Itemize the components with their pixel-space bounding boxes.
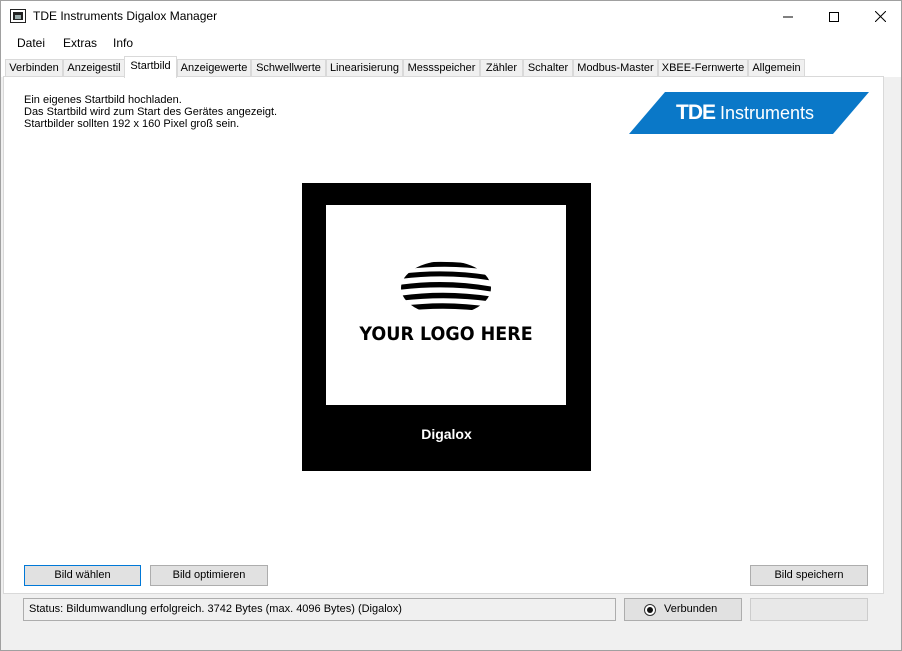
window-title: TDE Instruments Digalox Manager [33,9,218,23]
tab-schalter[interactable]: Schalter [523,59,573,77]
tde-logo-text: TDE Instruments [676,101,814,125]
menu-info[interactable]: Info [113,36,133,50]
description-line: Das Startbild wird zum Start des Gerätes… [24,106,278,118]
app-window: TDE Instruments Digalox Manager Datei Ex… [0,0,902,651]
menu-bar: Datei Extras Info [1,32,901,55]
close-button[interactable] [857,1,902,32]
tde-logo-rest: Instruments [715,103,815,123]
status-field: Status: Bildumwandlung erfolgreich. 3742… [23,598,616,621]
tab-modbus-master[interactable]: Modbus-Master [573,59,658,77]
globe-logo-icon [401,261,491,312]
tab-xbee-fernwerte[interactable]: XBEE-Fernwerte [658,59,748,77]
maximize-button[interactable] [811,1,857,32]
disabled-button[interactable] [750,598,868,621]
tab-anzeigestil[interactable]: Anzeigestil [63,59,125,77]
tab-zaehler[interactable]: Zähler [480,59,523,77]
title-bar[interactable]: TDE Instruments Digalox Manager [1,1,901,32]
tab-schwellwerte[interactable]: Schwellwerte [251,59,326,77]
startbild-panel: Ein eigenes Startbild hochladen. Das Sta… [3,76,884,594]
close-icon [874,11,886,22]
tde-logo-bold: TDE [676,101,716,124]
minimize-icon [783,16,793,17]
menu-datei[interactable]: Datei [17,36,45,50]
minimize-button[interactable] [765,1,811,32]
connected-radio-icon[interactable] [644,604,656,616]
tab-anzeigewerte[interactable]: Anzeigewerte [177,59,251,77]
description-line: Ein eigenes Startbild hochladen. [24,94,182,106]
save-image-button[interactable]: Bild speichern [750,565,868,586]
optimize-image-button[interactable]: Bild optimieren [150,565,268,586]
description-text: Ein eigenes Startbild hochladen. Das Sta… [24,94,277,130]
maximize-icon [829,11,839,22]
tab-verbinden[interactable]: Verbinden [5,59,63,77]
tab-strip: Verbinden Anzeigestil Startbild Anzeigew… [1,55,901,78]
app-icon[interactable] [10,9,26,23]
tab-allgemein[interactable]: Allgemein [748,59,805,77]
preview-caption: Digalox [421,426,472,442]
preview-image: YOUR LOGO HERE [326,205,566,405]
tab-linearisierung[interactable]: Linearisierung [326,59,403,77]
menu-extras[interactable]: Extras [63,36,97,50]
tab-messspeicher[interactable]: Messspeicher [403,59,480,77]
startbild-preview: YOUR LOGO HERE Digalox [302,183,591,471]
choose-image-button[interactable]: Bild wählen [24,565,141,586]
connection-status-button[interactable]: Verbunden [624,598,742,621]
logo-placeholder-text: YOUR LOGO HERE [359,323,533,345]
description-line: Startbilder sollten 192 x 160 Pixel groß… [24,118,240,130]
tab-startbild[interactable]: Startbild [124,56,177,78]
connection-label: Verbunden [664,603,718,615]
